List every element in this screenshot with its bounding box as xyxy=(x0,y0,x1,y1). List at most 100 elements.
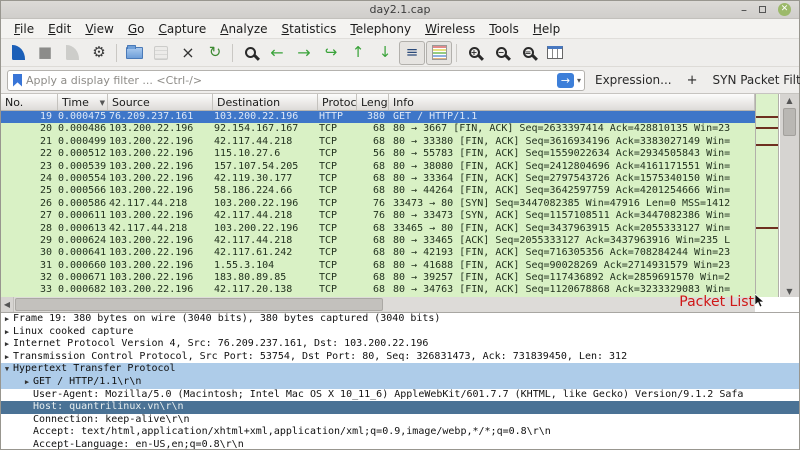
column-header-time[interactable]: Time ▼ xyxy=(58,94,108,110)
minimize-button-icon[interactable]: – xyxy=(741,4,747,16)
packet-row[interactable]: 26 0.000586 42.117.44.218 103.200.22.196 TCP… xyxy=(1,197,755,211)
open-file-icon[interactable] xyxy=(121,41,147,65)
first-packet-icon[interactable]: ↑ xyxy=(345,41,371,65)
packet-row[interactable]: 28 0.000613 42.117.44.218 103.200.22.196 TCP… xyxy=(1,222,755,235)
packet-list-body: 19 0.000475 76.209.237.161 103.200.22.196 HT… xyxy=(1,111,755,297)
goto-packet-icon[interactable]: ↪ xyxy=(318,41,344,65)
go-forward-icon[interactable]: → xyxy=(291,41,317,65)
detail-row[interactable]: Accept: text/html,application/xhtml+xml,… xyxy=(1,426,799,439)
close-button-icon[interactable]: ✕ xyxy=(778,3,791,16)
menu-help[interactable]: Help xyxy=(526,20,567,38)
menu-file[interactable]: File xyxy=(7,20,41,38)
detail-row[interactable]: ▶ Internet Protocol Version 4, Src: 76.20… xyxy=(1,338,799,351)
maximize-button-icon[interactable] xyxy=(759,6,766,13)
packet-list: No.Time▼SourceDestinationProtocolLengthI… xyxy=(1,94,799,312)
packet-row[interactable]: 33 0.000682 103.200.22.196 42.117.20.138 TCP… xyxy=(1,284,755,297)
last-packet-icon[interactable]: ↓ xyxy=(372,41,398,65)
packet-minimap-scrollbar[interactable] xyxy=(755,94,779,297)
find-packet-icon[interactable] xyxy=(237,41,263,65)
menu-capture[interactable]: Capture xyxy=(151,20,213,38)
detail-row[interactable]: Connection: keep-alive\r\n xyxy=(1,414,799,427)
go-back-icon[interactable]: ← xyxy=(264,41,290,65)
resize-columns-icon[interactable] xyxy=(542,41,568,65)
detail-row[interactable]: ▶ Frame 19: 380 bytes on wire (3040 bits)… xyxy=(1,313,799,326)
window-title: day2.1.cap xyxy=(369,3,431,16)
column-header-destination[interactable]: Destination xyxy=(213,94,318,110)
detail-row[interactable]: ▼ Hypertext Transfer Protocol xyxy=(1,363,799,376)
detail-row[interactable]: Accept-Language: en-US,en;q=0.8\r\n xyxy=(1,439,799,449)
horizontal-scrollbar-thumb[interactable] xyxy=(15,298,383,311)
start-capture-icon[interactable] xyxy=(5,41,31,65)
packet-row[interactable]: 24 0.000554 103.200.22.196 42.119.30.177 TCP… xyxy=(1,172,755,186)
scroll-up-icon[interactable]: ▲ xyxy=(786,94,792,106)
save-file-icon[interactable] xyxy=(148,41,174,65)
scroll-left-icon[interactable]: ◀ xyxy=(1,297,14,312)
add-filter-button[interactable]: + xyxy=(682,71,703,90)
zoom-in-icon[interactable]: + xyxy=(461,41,487,65)
expand-arrow-icon[interactable]: ▶ xyxy=(1,313,13,326)
packet-list-annotation: Packet List xyxy=(679,293,767,312)
menu-statistics[interactable]: Statistics xyxy=(275,20,344,38)
zoom-original-icon[interactable]: = xyxy=(515,41,541,65)
close-file-icon[interactable]: × xyxy=(175,41,201,65)
detail-row[interactable]: ▶ GET / HTTP/1.1\r\n xyxy=(1,375,799,389)
expand-arrow-icon[interactable]: ▼ xyxy=(1,363,13,376)
detail-row[interactable]: User-Agent: Mozilla/5.0 (Macintosh; Inte… xyxy=(1,389,799,402)
column-header-source[interactable]: Source xyxy=(108,94,213,110)
packet-row[interactable]: 29 0.000624 103.200.22.196 42.117.44.218 TCP… xyxy=(1,234,755,248)
vertical-scrollbar-thumb[interactable] xyxy=(783,108,796,136)
menu-view[interactable]: View xyxy=(78,20,120,38)
detail-row[interactable]: ▶ Linux cooked capture xyxy=(1,326,799,339)
packet-row[interactable]: 21 0.000499 103.200.22.196 42.117.44.218 TCP… xyxy=(1,135,755,149)
apply-filter-icon[interactable]: → xyxy=(556,72,574,88)
stop-capture-icon[interactable]: ■ xyxy=(32,41,58,65)
display-filter-input[interactable] xyxy=(26,73,557,87)
toolbar-separator xyxy=(456,43,457,62)
column-header-protocol[interactable]: Protocol xyxy=(318,94,357,110)
menu-analyze[interactable]: Analyze xyxy=(213,20,274,38)
detail-row[interactable]: ▶ Transmission Control Protocol, Src Port… xyxy=(1,351,799,364)
packet-row[interactable]: 32 0.000671 103.200.22.196 183.80.89.85 TCP 6… xyxy=(1,272,755,285)
saved-filter-syn-packet-filter[interactable]: SYN Packet Filter xyxy=(709,71,800,89)
mouse-cursor-icon xyxy=(754,293,766,312)
scroll-down-icon[interactable]: ▼ xyxy=(786,285,792,297)
packet-row[interactable]: 22 0.000512 103.200.22.196 115.10.27.6 TCP 56… xyxy=(1,148,755,161)
title-bar[interactable]: day2.1.cap – ✕ xyxy=(1,1,799,19)
capture-options-icon[interactable]: ⚙ xyxy=(86,41,112,65)
packet-row[interactable]: 20 0.000486 103.200.22.196 92.154.167.167 TC… xyxy=(1,123,755,136)
minimap-mark xyxy=(756,127,778,129)
restart-capture-icon[interactable] xyxy=(59,41,85,65)
minimap-mark xyxy=(756,144,778,146)
menu-telephony[interactable]: Telephony xyxy=(343,20,418,38)
packet-row[interactable]: 23 0.000539 103.200.22.196 157.107.54.205 TC… xyxy=(1,160,755,173)
expand-arrow-icon[interactable]: ▶ xyxy=(1,351,13,364)
colorize-icon[interactable] xyxy=(426,40,452,65)
column-header-info[interactable]: Info xyxy=(389,94,755,110)
horizontal-scrollbar[interactable]: ◀ xyxy=(1,297,755,312)
autoscroll-icon[interactable]: ≡ xyxy=(399,40,425,65)
column-header-length[interactable]: Length xyxy=(357,94,389,110)
reload-icon[interactable]: ↻ xyxy=(202,41,228,65)
packet-row[interactable]: 19 0.000475 76.209.237.161 103.200.22.196 HT… xyxy=(1,111,755,124)
filter-bar: → ▾ Expression... + SYN Packet Filter xyxy=(1,67,800,94)
expand-arrow-icon[interactable]: ▶ xyxy=(1,326,13,339)
bookmark-icon[interactable] xyxy=(13,73,22,87)
column-header-no[interactable]: No. xyxy=(1,94,58,110)
display-filter-field[interactable]: → ▾ xyxy=(7,69,585,91)
packet-row[interactable]: 25 0.000566 103.200.22.196 58.186.224.66 TCP… xyxy=(1,185,755,198)
expand-arrow-icon[interactable]: ▶ xyxy=(21,376,33,389)
detail-row[interactable]: Host: quantrilinux.vn\r\n xyxy=(1,401,799,414)
packet-row[interactable]: 30 0.000641 103.200.22.196 42.117.61.242 TCP… xyxy=(1,247,755,260)
menu-go[interactable]: Go xyxy=(121,20,152,38)
vertical-scrollbar[interactable]: ▲ ▼ xyxy=(780,94,799,297)
expand-arrow-icon[interactable]: ▶ xyxy=(1,338,13,351)
toolbar-separator xyxy=(116,43,117,62)
packet-row[interactable]: 31 0.000660 103.200.22.196 1.55.3.104 TCP 68 8… xyxy=(1,259,755,273)
filter-history-caret-icon[interactable]: ▾ xyxy=(577,76,581,85)
menu-tools[interactable]: Tools xyxy=(482,20,526,38)
menu-edit[interactable]: Edit xyxy=(41,20,78,38)
packet-row[interactable]: 27 0.000611 103.200.22.196 42.117.44.218 TCP… xyxy=(1,210,755,223)
expression-button[interactable]: Expression... xyxy=(591,71,676,89)
menu-wireless[interactable]: Wireless xyxy=(418,20,482,38)
zoom-out-icon[interactable]: − xyxy=(488,41,514,65)
